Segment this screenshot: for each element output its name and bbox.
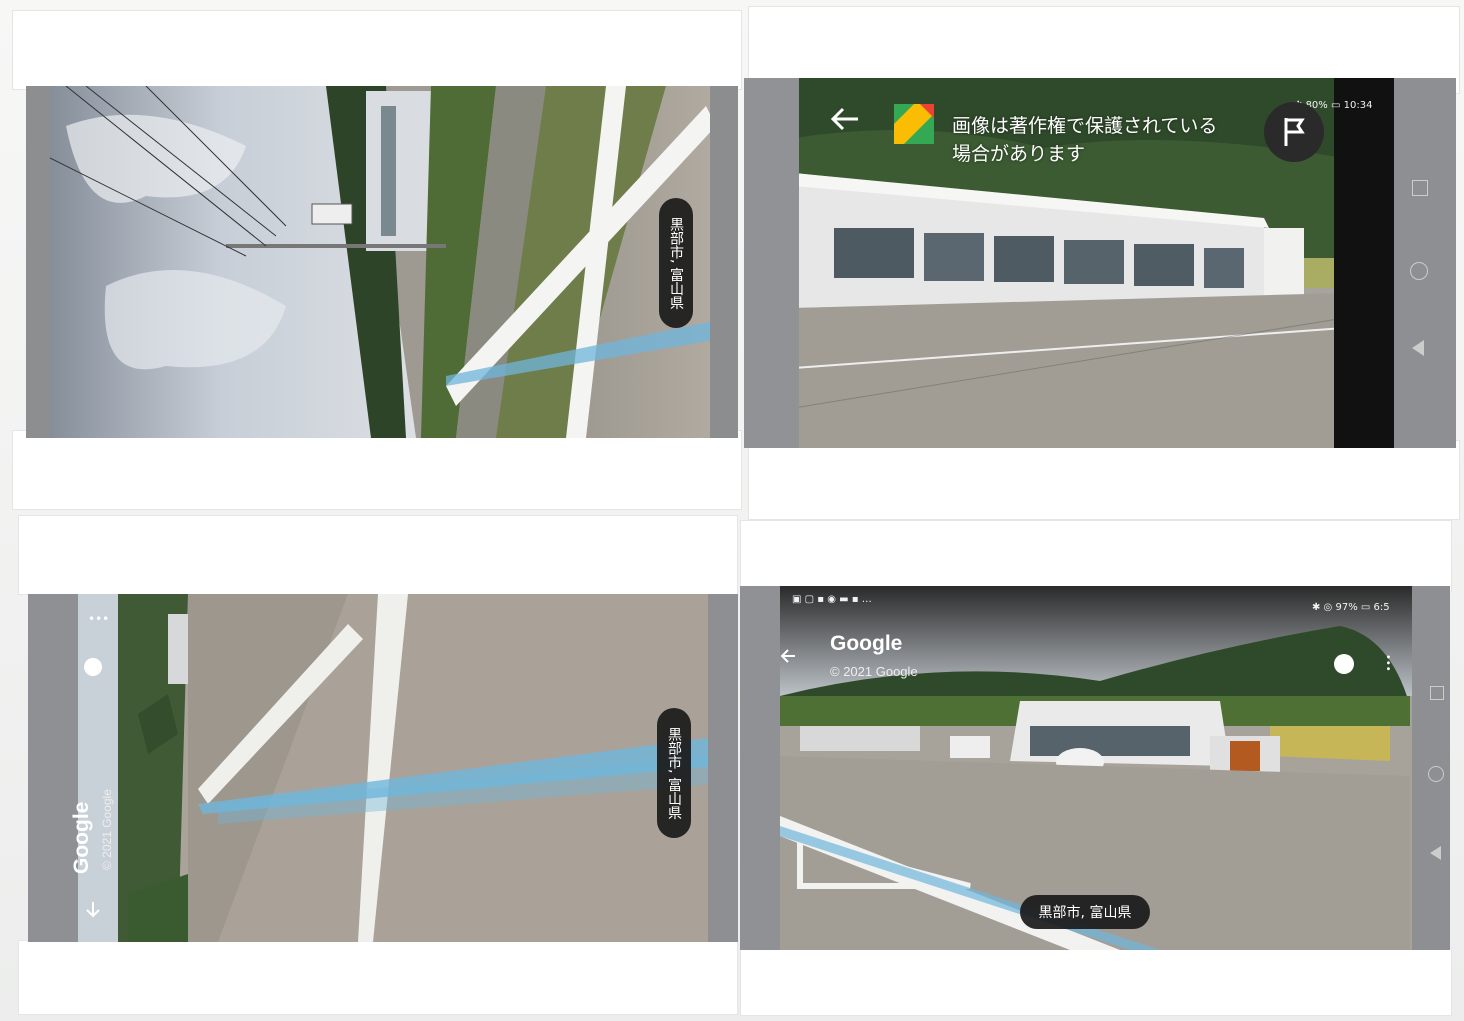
circle-home-icon[interactable] [1428,766,1444,782]
tape-strip [740,520,1452,592]
square-recent-icon[interactable] [1430,686,1444,700]
copyright-text: © 2021 Google [830,664,918,679]
compass-icon[interactable] [84,658,102,676]
location-label: 黒部市, 富山県 [668,216,684,310]
tape-strip [12,430,742,510]
compass-icon[interactable] [1334,654,1354,674]
tape-strip [12,10,742,90]
street-view-photo-bottom-left: Google © 2021 Google ••• 黒部市, 富山県 [28,594,738,942]
more-vert-icon[interactable]: ••• [88,613,109,625]
circle-home-icon[interactable] [1410,262,1428,280]
street-view-photo-top-left: 黒部市, 富山県 [26,86,738,438]
tape-strip [740,948,1452,1016]
arrow-left-icon[interactable] [780,648,796,664]
clock: 6:5 [1373,602,1390,613]
street-scene [26,86,738,438]
street-view-photo-bottom-right: ✱ ◎ 97% ▭ 6:5 ▣ ▢ ▪ ◉ ▬ ▪ … Google © 202… [740,586,1450,950]
location-pill[interactable]: 黒部市, 富山県 [1020,895,1150,929]
arrow-left-icon[interactable] [830,106,860,132]
road-scene [28,594,738,942]
location-pill[interactable]: 黒部市, 富山県 [657,708,691,838]
status-bar-left: ▣ ▢ ▪ ◉ ▬ ▪ … [792,594,872,605]
tape-strip [18,515,738,595]
street-view-photo-top-right: ✱ 80% ▭ 10:34 画像は著作権で保護されている 場合があります [744,78,1456,448]
location-pill[interactable]: 黒部市, 富山県 [659,198,693,328]
battery-level: 97% [1335,602,1358,613]
flag-icon[interactable] [1264,102,1324,162]
arrow-left-icon[interactable] [84,900,102,918]
phone-navigation-bar [26,86,50,438]
location-label: 黒部市, 富山県 [1038,905,1132,921]
google-watermark: Google [830,632,903,655]
square-recent-icon[interactable] [1412,180,1428,196]
clock: 10:34 [1343,100,1373,111]
copyright-text: © 2021 Google [100,789,114,870]
google-maps-icon [894,104,934,144]
tape-strip [748,440,1460,520]
location-label: 黒部市, 富山県 [666,726,682,820]
status-bar-right: ✱ ◎ 97% ▭ 6:5 [1312,602,1390,613]
google-watermark: Google [70,801,93,874]
triangle-back-icon[interactable] [1412,340,1424,356]
tape-strip [18,940,738,1015]
copyright-notice: 画像は著作権で保護されている 場合があります [952,115,1218,165]
more-vert-icon[interactable]: ••• [1382,654,1393,674]
triangle-back-icon[interactable] [1430,846,1441,860]
